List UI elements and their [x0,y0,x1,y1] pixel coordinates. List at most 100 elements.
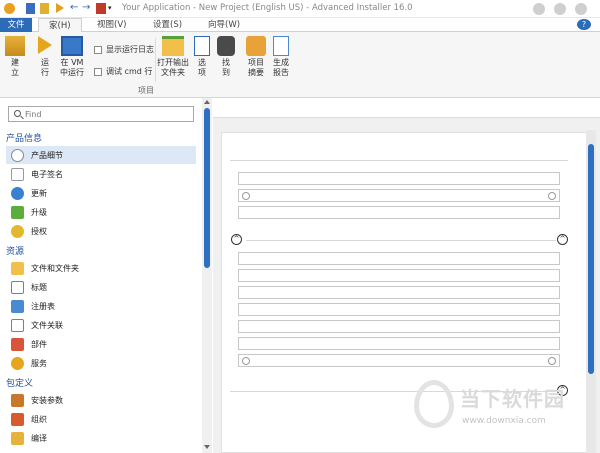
scrollbar-thumb[interactable] [204,108,210,268]
nav-item-file-associations[interactable]: 文件关联 [6,316,196,334]
generate-report-button[interactable]: 生成 报告 [270,36,292,78]
nav-item-label: 服务 [31,358,47,368]
category-product-info[interactable]: 产品信息 [6,131,42,144]
nav-item-label: 安装参数 [31,395,63,405]
open-output-label: 打开输出 文件夹 [157,58,189,77]
build-quick-icon[interactable] [40,3,49,14]
nav-item-label: 编译 [31,433,47,443]
scrollbar-thumb[interactable] [588,144,594,374]
run-in-vm-button[interactable]: 在 VM 中运行 [56,36,88,78]
nav-item-install-parameters[interactable]: 安装参数 [6,391,196,409]
category-resources[interactable]: 资源 [6,244,24,257]
nav-item-registry[interactable]: 注册表 [6,297,196,315]
content-header [213,98,600,118]
category-package-definition[interactable]: 包定义 [6,376,33,389]
menu-tab-settings[interactable]: 设置(S) [153,18,182,32]
services-gear-icon [11,356,24,370]
text-field[interactable] [238,286,560,299]
package-icon[interactable] [96,3,106,14]
nav-item-label: 授权 [31,226,47,236]
search-icon [14,110,21,117]
nav-item-upgrade[interactable]: 升级 [6,203,196,221]
folder-icon [162,36,184,56]
show-log-checkbox[interactable]: 显示运行日志 [94,44,154,55]
nav-item-label: 电子签名 [31,169,63,179]
nav-item-digital-signature[interactable]: 电子签名 [6,165,196,183]
menu-tab-wizard[interactable]: 向导(W) [208,18,240,32]
undo-icon[interactable]: ← [70,3,79,14]
menu-file[interactable]: 文件 [0,18,32,32]
nav-item-label: 文件关联 [31,320,63,330]
nav-item-build[interactable]: 编译 [6,429,196,447]
text-field[interactable] [238,269,560,282]
nav-item-product-details[interactable]: 产品细节 [6,146,196,164]
folder-icon [11,261,24,275]
nav-item-shortcuts[interactable]: 标题 [6,278,196,296]
checkbox-box [94,67,102,76]
spin-down-icon[interactable] [242,357,250,365]
run-label: 运 行 [41,58,49,77]
debug-cmd-checkbox[interactable]: 调试 cmd 行 [94,66,152,77]
help-button[interactable]: ? [577,19,591,30]
nav-item-components[interactable]: 部件 [6,335,196,353]
maximize-button[interactable] [554,3,566,15]
scroll-down-arrow[interactable] [204,445,210,449]
report-icon [273,36,289,56]
spin-down-icon[interactable] [242,192,250,200]
find-button[interactable]: 找 到 [217,36,235,78]
run-button[interactable]: 运 行 [36,36,54,78]
left-panel-scrollbar[interactable] [202,98,212,453]
spin-up-icon[interactable] [548,357,556,365]
text-field[interactable] [238,303,560,316]
vm-icon [61,36,83,56]
quick-access-dropdown-icon[interactable]: ▾ [108,3,114,14]
watermark-url: www.downxia.com [462,416,546,426]
run-quick-icon[interactable] [56,3,64,13]
minimize-button[interactable] [533,3,545,15]
options-button[interactable]: 选 项 [193,36,211,78]
text-field[interactable] [238,172,560,185]
numeric-field[interactable] [238,354,560,367]
collapse-up-icon[interactable]: ^ [231,234,242,245]
section-divider [246,240,556,241]
project-summary-button[interactable]: 项目 摘要 [245,36,267,78]
build-icon [5,36,25,56]
scroll-up-arrow[interactable] [204,100,210,104]
run-icon [38,36,52,54]
menu-tab-home[interactable]: 家(H) [38,18,82,33]
watermark: 当下软件园 www.downxia.com [414,380,600,442]
close-button[interactable] [575,3,587,15]
nav-item-licensing[interactable]: 授权 [6,222,196,240]
text-field[interactable] [238,320,560,333]
nav-item-organization[interactable]: 组织 [6,410,196,428]
search-box[interactable] [8,106,194,122]
license-icon [11,224,24,238]
search-input[interactable] [25,108,190,120]
watermark-text: 当下软件园 [460,387,565,411]
open-output-folder-button[interactable]: 打开输出 文件夹 [157,36,189,78]
components-icon [11,337,24,351]
install-parameters-icon [11,393,24,407]
nav-item-label: 标题 [31,282,47,292]
nav-item-files-folders[interactable]: 文件和文件夹 [6,259,196,277]
summary-icon [246,36,266,56]
collapse-up-icon[interactable]: ^ [557,234,568,245]
spin-up-icon[interactable] [548,192,556,200]
nav-item-services[interactable]: 服务 [6,354,196,372]
nav-item-label: 文件和文件夹 [31,263,79,273]
text-field[interactable] [238,252,560,265]
menu-tab-view[interactable]: 视图(V) [97,18,126,32]
checkbox-box [94,45,102,54]
nav-item-label: 更新 [31,188,47,198]
redo-icon[interactable]: → [82,3,91,14]
text-field[interactable] [238,206,560,219]
text-field[interactable] [238,337,560,350]
options-icon [194,36,210,56]
nav-item-updates[interactable]: 更新 [6,184,196,202]
version-field[interactable] [238,189,560,202]
product-details-icon [11,148,24,162]
save-icon[interactable] [26,3,35,14]
build-button[interactable]: 建 立 [5,36,25,78]
show-log-label: 显示运行日志 [106,45,154,54]
title-bar: ← → ▾ Your Application - New Project (En… [0,0,600,18]
